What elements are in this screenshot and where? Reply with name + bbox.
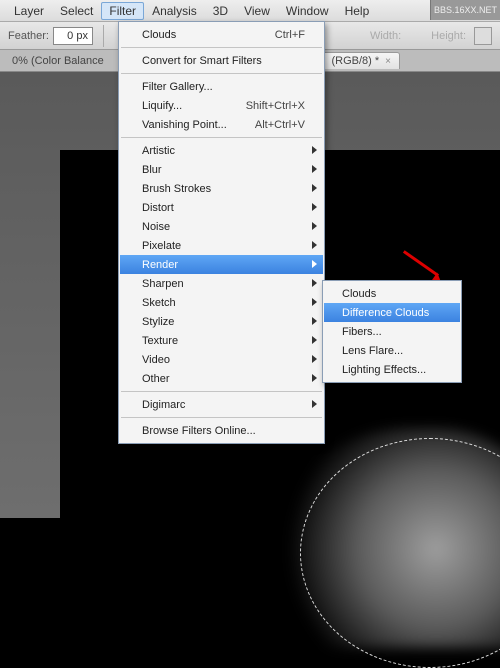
- submenu-difference-clouds[interactable]: Difference Clouds: [324, 303, 460, 322]
- menuitem-render[interactable]: Render: [120, 255, 323, 274]
- menuitem-browse-online[interactable]: Browse Filters Online...: [120, 421, 323, 440]
- submenu-lighting-effects[interactable]: Lighting Effects...: [324, 360, 460, 379]
- site-watermark: BBS.16XX.NET: [430, 0, 500, 20]
- menuitem-other[interactable]: Other: [120, 369, 323, 388]
- chevron-right-icon: [312, 317, 317, 325]
- close-icon[interactable]: ×: [385, 56, 391, 67]
- submenu-fibers[interactable]: Fibers...: [324, 322, 460, 341]
- filter-menu: Clouds Ctrl+F Convert for Smart Filters …: [118, 21, 325, 444]
- chevron-right-icon: [312, 260, 317, 268]
- menuitem-brush-strokes[interactable]: Brush Strokes: [120, 179, 323, 198]
- menuitem-blur[interactable]: Blur: [120, 160, 323, 179]
- menu-analysis[interactable]: Analysis: [144, 2, 205, 20]
- menuitem-vanishing[interactable]: Vanishing Point...Alt+Ctrl+V: [120, 115, 323, 134]
- menuitem-last-filter[interactable]: Clouds Ctrl+F: [120, 25, 323, 44]
- menuitem-convert-smart[interactable]: Convert for Smart Filters: [120, 51, 323, 70]
- menuitem-texture[interactable]: Texture: [120, 331, 323, 350]
- render-submenu: Clouds Difference Clouds Fibers... Lens …: [322, 280, 462, 383]
- menu-3d[interactable]: 3D: [205, 2, 236, 20]
- menuitem-sketch[interactable]: Sketch: [120, 293, 323, 312]
- menuitem-liquify[interactable]: Liquify...Shift+Ctrl+X: [120, 96, 323, 115]
- height-label: Height:: [431, 30, 466, 42]
- opt-button[interactable]: [474, 27, 492, 45]
- chevron-right-icon: [312, 336, 317, 344]
- menubar: Layer Select Filter Analysis 3D View Win…: [0, 0, 500, 22]
- menuitem-filter-gallery[interactable]: Filter Gallery...: [120, 77, 323, 96]
- menuitem-sharpen[interactable]: Sharpen: [120, 274, 323, 293]
- feather-label: Feather:: [8, 30, 49, 42]
- menuitem-stylize[interactable]: Stylize: [120, 312, 323, 331]
- menuitem-artistic[interactable]: Artistic: [120, 141, 323, 160]
- chevron-right-icon: [312, 279, 317, 287]
- chevron-right-icon: [312, 146, 317, 154]
- chevron-right-icon: [312, 184, 317, 192]
- menuitem-distort[interactable]: Distort: [120, 198, 323, 217]
- menuitem-noise[interactable]: Noise: [120, 217, 323, 236]
- menuitem-digimarc[interactable]: Digimarc: [120, 395, 323, 414]
- submenu-clouds[interactable]: Clouds: [324, 284, 460, 303]
- menuitem-pixelate[interactable]: Pixelate: [120, 236, 323, 255]
- width-label: Width:: [370, 30, 401, 42]
- chevron-right-icon: [312, 374, 317, 382]
- chevron-right-icon: [312, 400, 317, 408]
- feather-input[interactable]: 0 px: [53, 27, 93, 45]
- submenu-lens-flare[interactable]: Lens Flare...: [324, 341, 460, 360]
- tab-left-fragment[interactable]: 0% (Color Balance: [4, 53, 112, 69]
- menu-filter[interactable]: Filter: [101, 2, 144, 20]
- chevron-right-icon: [312, 203, 317, 211]
- chevron-right-icon: [312, 165, 317, 173]
- menu-layer[interactable]: Layer: [6, 2, 52, 20]
- chevron-right-icon: [312, 222, 317, 230]
- menu-help[interactable]: Help: [337, 2, 378, 20]
- menu-view[interactable]: View: [236, 2, 278, 20]
- menu-window[interactable]: Window: [278, 2, 337, 20]
- menu-select[interactable]: Select: [52, 2, 101, 20]
- menuitem-video[interactable]: Video: [120, 350, 323, 369]
- chevron-right-icon: [312, 298, 317, 306]
- chevron-right-icon: [312, 355, 317, 363]
- tab-active-label: (RGB/8) *: [331, 55, 379, 67]
- chevron-right-icon: [312, 241, 317, 249]
- tab-active-doc[interactable]: (RGB/8) * ×: [322, 52, 400, 69]
